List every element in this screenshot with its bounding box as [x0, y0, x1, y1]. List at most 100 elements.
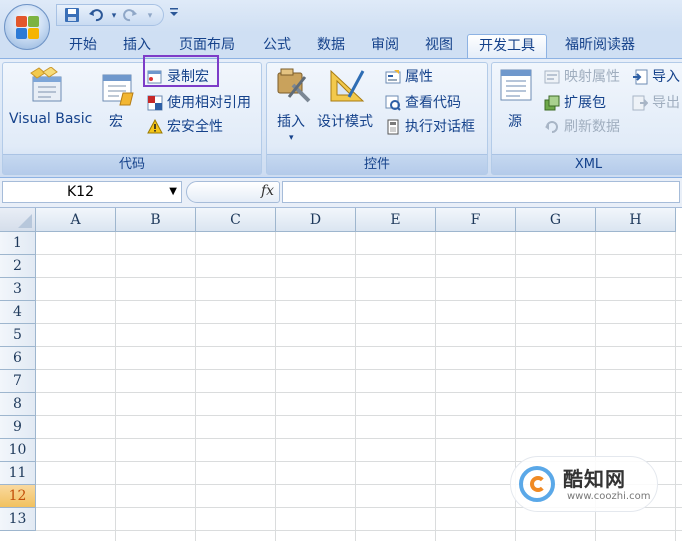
grid-vline [355, 232, 356, 541]
save-icon[interactable] [63, 7, 81, 25]
row-header-3[interactable]: 3 [0, 278, 36, 301]
expansion-packs-button[interactable]: 扩展包 [544, 93, 614, 113]
properties-icon [385, 69, 401, 85]
view-code-icon [385, 95, 401, 111]
tab-review[interactable]: 审阅 [360, 34, 410, 58]
export-icon [632, 95, 649, 111]
row-header-8[interactable]: 8 [0, 393, 36, 416]
run-dialog-button[interactable]: 执行对话框 [385, 117, 485, 137]
grid-hline [36, 369, 682, 370]
column-header-e[interactable]: E [356, 208, 436, 232]
visual-basic-label: Visual Basic [9, 111, 93, 127]
grid-hline [36, 530, 682, 531]
grid-hline [36, 323, 682, 324]
row-header-9[interactable]: 9 [0, 416, 36, 439]
formula-input[interactable] [282, 181, 680, 203]
export-label: 导出 [652, 95, 680, 111]
row-header-7[interactable]: 7 [0, 370, 36, 393]
ribbon-tabs: 开始 插入 页面布局 公式 数据 审阅 视图 开发工具 福昕阅读器 [0, 32, 682, 58]
grid-vline [675, 232, 676, 541]
properties-label: 属性 [405, 69, 433, 85]
column-header-d[interactable]: D [276, 208, 356, 232]
row-header-6[interactable]: 6 [0, 347, 36, 370]
grid-vline [275, 232, 276, 541]
ribbon: Visual Basic 宏 录制宏 使用相对引用 宏安全性 代码 插入 ▾ 设… [0, 58, 682, 178]
use-relative-references-button[interactable]: 使用相对引用 [147, 93, 263, 113]
select-all-button[interactable] [0, 208, 36, 232]
row-header-2[interactable]: 2 [0, 255, 36, 278]
refresh-icon [544, 119, 560, 135]
column-header-h[interactable]: H [596, 208, 676, 232]
grid-hline [36, 438, 682, 439]
relative-references-label: 使用相对引用 [167, 95, 251, 111]
run-dialog-label: 执行对话框 [405, 119, 475, 135]
view-code-button[interactable]: 查看代码 [385, 93, 475, 113]
group-code-label: 代码 [3, 154, 261, 174]
group-controls-label: 控件 [267, 154, 487, 174]
import-button[interactable]: 导入 [632, 67, 682, 87]
name-box-dropdown-icon[interactable]: ▼ [169, 186, 177, 197]
grid-hline [36, 300, 682, 301]
map-properties-button[interactable]: 映射属性 [544, 67, 628, 87]
watermark: 酷知网 www.coozhi.com [510, 456, 658, 512]
design-mode-icon [329, 67, 367, 109]
tab-foxit-reader[interactable]: 福昕阅读器 [552, 34, 648, 58]
row-header-11[interactable]: 11 [0, 462, 36, 485]
formula-buttons: fx [186, 181, 280, 203]
tools-icon [275, 67, 313, 109]
import-icon [632, 69, 648, 85]
row-header-5[interactable]: 5 [0, 324, 36, 347]
column-header-c[interactable]: C [196, 208, 276, 232]
office-button[interactable] [4, 4, 50, 50]
tab-formulas[interactable]: 公式 [252, 34, 302, 58]
row-header-13[interactable]: 13 [0, 508, 36, 531]
macros-label: 宏 [109, 114, 123, 130]
macros-icon [99, 71, 137, 111]
column-header-b[interactable]: B [116, 208, 196, 232]
design-mode-label: 设计模式 [317, 114, 373, 130]
insert-control-button[interactable]: 插入 ▾ [269, 63, 313, 153]
macros-button[interactable]: 宏 [97, 63, 139, 153]
export-button[interactable]: 导出 [632, 93, 682, 113]
grid-hline [36, 415, 682, 416]
customize-qat-icon[interactable] [168, 6, 180, 21]
source-label: 源 [508, 114, 522, 130]
column-header-g[interactable]: G [516, 208, 596, 232]
row-header-12[interactable]: 12 [0, 485, 36, 508]
row-header-1[interactable]: 1 [0, 232, 36, 255]
macro-security-button[interactable]: 宏安全性 [147, 117, 247, 137]
row-header-10[interactable]: 10 [0, 439, 36, 462]
grid-hline [36, 392, 682, 393]
record-macro-highlight-box [143, 55, 219, 87]
quick-access-toolbar: ▾ ▾ [56, 4, 164, 26]
name-box[interactable]: K12 ▼ [2, 181, 182, 203]
refresh-data-button[interactable]: 刷新数据 [544, 117, 628, 137]
grid-vline [435, 232, 436, 541]
column-header-a[interactable]: A [36, 208, 116, 232]
grid-vline [115, 232, 116, 541]
insert-function-icon[interactable]: fx [261, 183, 274, 199]
redo-dropdown-icon[interactable]: ▾ [141, 7, 159, 25]
macro-security-label: 宏安全性 [167, 119, 223, 135]
column-header-f[interactable]: F [436, 208, 516, 232]
tab-developer[interactable]: 开发工具 [467, 34, 547, 58]
redo-icon[interactable] [121, 7, 139, 25]
watermark-url: www.coozhi.com [567, 491, 651, 502]
source-button[interactable]: 源 [494, 63, 538, 153]
properties-button[interactable]: 属性 [385, 67, 455, 87]
select-all-triangle-icon [18, 214, 32, 228]
tab-home[interactable]: 开始 [58, 34, 108, 58]
tab-view[interactable]: 视图 [414, 34, 464, 58]
xml-source-icon [498, 67, 536, 109]
visual-basic-icon [29, 66, 67, 107]
group-xml-label: XML [492, 154, 682, 174]
view-code-label: 查看代码 [405, 95, 461, 111]
office-logo-icon [16, 16, 40, 40]
design-mode-button[interactable]: 设计模式 [317, 63, 381, 153]
grid-hline [36, 254, 682, 255]
tab-data[interactable]: 数据 [306, 34, 356, 58]
row-header-4[interactable]: 4 [0, 301, 36, 324]
visual-basic-button[interactable]: Visual Basic [5, 63, 99, 153]
formula-bar: K12 ▼ fx [0, 178, 682, 208]
undo-icon[interactable] [87, 7, 105, 25]
